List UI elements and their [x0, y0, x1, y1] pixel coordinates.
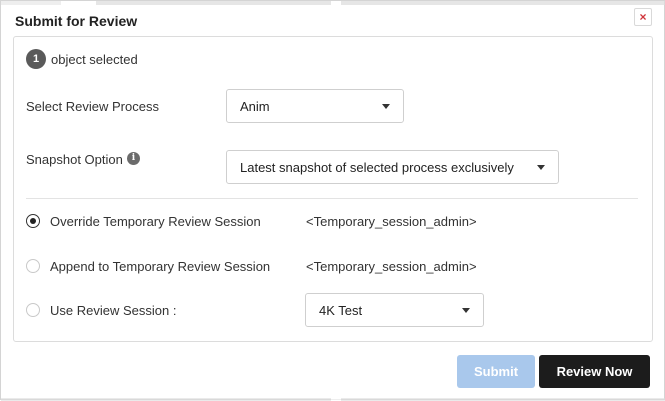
- selection-count-badge: 1: [26, 49, 46, 69]
- override-session-radio[interactable]: [26, 214, 40, 228]
- append-session-radio[interactable]: [26, 259, 40, 273]
- use-session-label: Use Review Session :: [50, 303, 177, 318]
- top-edge: [1, 1, 665, 5]
- review-process-value: Anim: [240, 99, 270, 114]
- append-session-value: <Temporary_session_admin>: [306, 259, 477, 274]
- section-divider: [26, 198, 638, 199]
- review-session-value: 4K Test: [319, 303, 363, 318]
- override-session-value: <Temporary_session_admin>: [306, 214, 477, 229]
- snapshot-option-select[interactable]: Latest snapshot of selected process excl…: [226, 150, 559, 184]
- info-icon[interactable]: i: [127, 152, 140, 165]
- snapshot-option-label: Snapshot Option: [26, 152, 123, 167]
- review-process-label: Select Review Process: [26, 99, 159, 114]
- chevron-down-icon: [462, 308, 470, 313]
- selection-count-text: object selected: [51, 52, 138, 67]
- append-session-label: Append to Temporary Review Session: [50, 259, 271, 274]
- snapshot-option-value: Latest snapshot of selected process excl…: [240, 160, 514, 175]
- submit-for-review-dialog: Submit for Review × 1 object selected Se…: [0, 0, 665, 401]
- dialog-title: Submit for Review: [15, 13, 138, 29]
- review-process-select[interactable]: Anim: [226, 89, 404, 123]
- chevron-down-icon: [537, 165, 545, 170]
- submit-button[interactable]: Submit: [457, 355, 535, 388]
- chevron-down-icon: [382, 104, 390, 109]
- review-session-select[interactable]: 4K Test: [305, 293, 484, 327]
- override-session-label: Override Temporary Review Session: [50, 214, 261, 229]
- close-icon[interactable]: ×: [634, 8, 652, 26]
- use-session-radio[interactable]: [26, 303, 40, 317]
- review-now-button[interactable]: Review Now: [539, 355, 650, 388]
